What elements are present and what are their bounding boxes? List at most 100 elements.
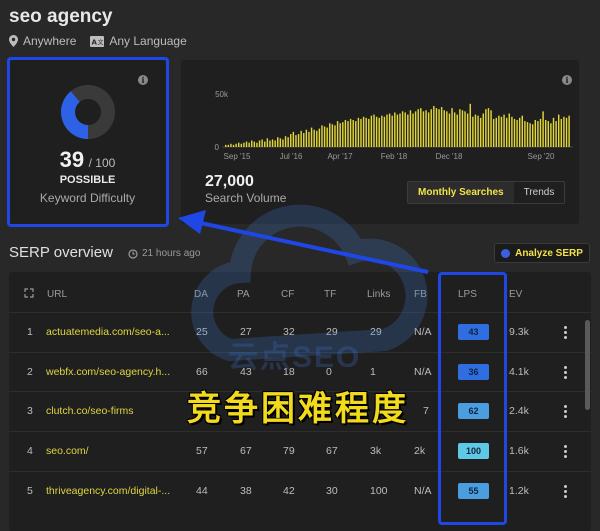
volume-bar <box>427 112 430 147</box>
volume-bar <box>404 112 406 147</box>
volume-bar <box>225 144 227 147</box>
volume-bar <box>370 115 373 147</box>
volume-bar <box>269 140 271 147</box>
rank-number: 3 <box>27 405 33 417</box>
highlight-box-difficulty <box>7 57 169 227</box>
x-tick-label: Sep '15 <box>224 152 251 161</box>
volume-bar <box>318 128 321 147</box>
volume-bar <box>430 109 432 147</box>
volume-bar <box>487 108 490 147</box>
rank-number: 4 <box>27 445 33 457</box>
volume-bar <box>524 121 526 147</box>
cell-pa: 38 <box>240 485 252 497</box>
volume-bar <box>378 117 380 147</box>
volume-bar <box>295 135 297 147</box>
volume-bar <box>531 124 534 147</box>
cell-pa: 67 <box>240 445 252 457</box>
volume-bar <box>277 137 279 147</box>
analyze-serp-button[interactable]: Analyze SERP <box>494 243 590 263</box>
volume-bar <box>258 140 261 147</box>
volume-bar <box>381 115 383 147</box>
translate-icon: A文 <box>90 35 105 47</box>
volume-bar <box>508 113 510 147</box>
more-options-icon[interactable] <box>564 405 567 420</box>
volume-bar <box>248 142 250 147</box>
volume-bar <box>485 109 487 147</box>
volume-bar <box>305 129 308 147</box>
cell-da: 57 <box>196 445 208 457</box>
more-options-icon[interactable] <box>564 485 567 500</box>
volume-bar <box>534 120 537 147</box>
cell-cf: 79 <box>283 445 295 457</box>
result-url[interactable]: thriveagency.com/digital-... <box>46 485 184 497</box>
volume-bar <box>529 123 531 147</box>
x-tick-label: Jul '16 <box>280 152 303 161</box>
volume-bar <box>438 109 440 147</box>
location-label: Anywhere <box>23 34 77 48</box>
volume-bar <box>227 144 230 147</box>
volume-bar <box>451 108 453 147</box>
volume-bar <box>375 116 378 147</box>
watermark-text: 云点SEO <box>228 341 362 374</box>
volume-bar <box>329 123 331 147</box>
column-header-ev[interactable]: EV <box>509 289 522 300</box>
table-scrollbar[interactable] <box>585 320 590 410</box>
result-url[interactable]: actuatemedia.com/seo-a... <box>46 326 184 338</box>
result-url[interactable]: seo.com/ <box>46 445 184 457</box>
volume-bar <box>407 114 409 147</box>
more-options-icon[interactable] <box>564 366 567 381</box>
tab-trends[interactable]: Trends <box>514 182 565 203</box>
analyze-icon <box>501 248 511 258</box>
volume-bar <box>542 111 544 147</box>
volume-bar <box>557 114 560 147</box>
language-filter[interactable]: A文 Any Language <box>90 34 187 48</box>
volume-bar <box>474 114 477 147</box>
more-options-icon[interactable] <box>564 326 567 341</box>
volume-bar <box>412 113 414 147</box>
volume-bar <box>565 117 568 147</box>
volume-bar <box>479 117 482 147</box>
volume-bar <box>537 121 539 147</box>
volume-bar <box>511 116 513 147</box>
result-url[interactable]: clutch.co/seo-firms <box>46 405 184 417</box>
cell-cf: 42 <box>283 485 295 497</box>
annotation-caption: 竞争困难程度 <box>187 389 409 429</box>
volume-bar <box>355 121 357 147</box>
volume-bar <box>323 126 326 147</box>
rank-number: 1 <box>27 326 33 338</box>
analyze-serp-label: Analyze SERP <box>515 247 583 259</box>
volume-bar <box>300 130 302 147</box>
volume-bar <box>472 116 474 147</box>
volume-bar <box>279 138 282 147</box>
volume-bar <box>235 143 237 147</box>
volume-bar <box>310 127 313 147</box>
volume-bar <box>466 113 469 147</box>
expand-icon[interactable] <box>24 288 34 298</box>
volume-bar <box>357 117 360 147</box>
volume-bar <box>555 121 557 147</box>
cell-links: 100 <box>370 485 388 497</box>
volume-bar <box>505 117 508 147</box>
volume-bar <box>303 132 305 147</box>
volume-bar <box>469 103 471 147</box>
cell-ev: 4.1k <box>509 366 529 378</box>
volume-bar <box>238 142 240 147</box>
volume-bar <box>446 111 448 147</box>
x-tick-label: Apr '17 <box>327 152 353 161</box>
volume-bar <box>399 113 401 147</box>
cell-fb: N/A <box>414 485 432 497</box>
volume-bar <box>290 134 292 147</box>
volume-bar <box>422 111 425 147</box>
location-filter[interactable]: Anywhere <box>9 34 76 48</box>
volume-bar <box>420 108 422 147</box>
column-header-url[interactable]: URL <box>47 289 67 300</box>
volume-bar <box>539 118 542 147</box>
result-url[interactable]: webfx.com/seo-agency.h... <box>46 366 184 378</box>
volume-bar <box>459 109 461 147</box>
volume-bar <box>552 117 555 147</box>
volume-bar <box>417 109 419 147</box>
keyword-meta: Anywhere A文 Any Language <box>9 34 187 48</box>
keyword-title: seo agency <box>9 6 113 27</box>
clock-icon <box>128 248 138 259</box>
more-options-icon[interactable] <box>564 445 567 460</box>
